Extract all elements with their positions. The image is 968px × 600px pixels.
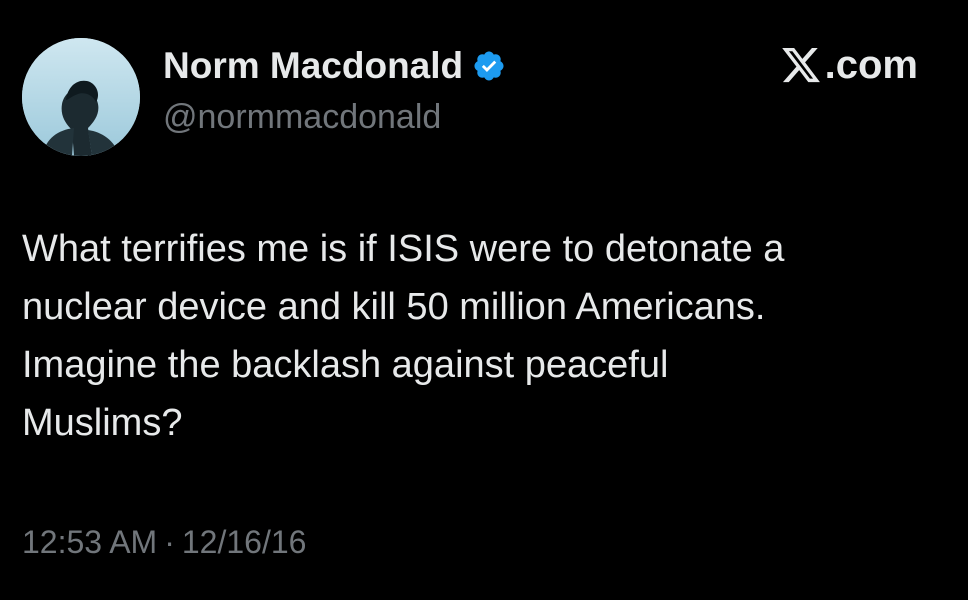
meta-separator: · <box>164 524 175 560</box>
tweet-text: What terrifies me is if ISIS were to det… <box>22 228 785 444</box>
author-name-row: Norm Macdonald <box>163 44 506 88</box>
brand-text: .com <box>824 43 918 87</box>
author-handle[interactable]: @normmacdonald <box>163 96 441 138</box>
author-display-name[interactable]: Norm Macdonald <box>163 44 463 88</box>
tweet-date: 12/16/16 <box>181 524 307 560</box>
tweet-time: 12:53 AM <box>22 524 158 560</box>
tweet-timestamp[interactable]: 12:53 AM · 12/16/16 <box>22 522 306 562</box>
tweet-card: Norm Macdonald @normmacdonald .com What … <box>0 0 968 600</box>
brand-watermark: .com <box>780 42 918 88</box>
verified-badge-icon <box>472 49 506 83</box>
x-logo-icon <box>780 44 822 86</box>
avatar-image <box>22 38 140 156</box>
avatar[interactable] <box>22 38 140 156</box>
